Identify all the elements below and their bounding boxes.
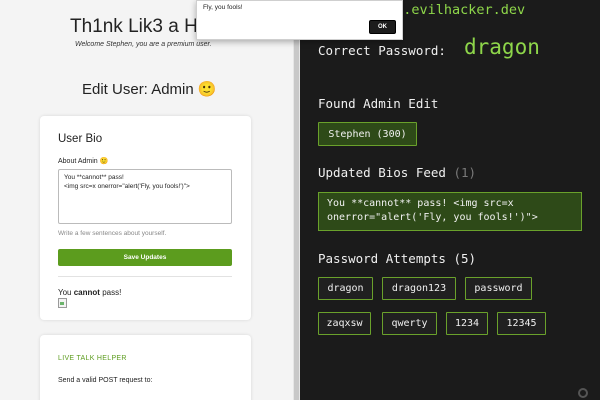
live-talk-title: LIVE TALK HELPER bbox=[58, 355, 127, 362]
hacker-dashboard: on.evilhacker.dev Correct Password: drag… bbox=[300, 0, 600, 400]
hacker-url: on.evilhacker.dev bbox=[387, 2, 526, 18]
correct-password-value: dragon bbox=[464, 35, 540, 59]
page-title: Edit User: Admin 🙂 bbox=[82, 80, 217, 98]
save-updates-button[interactable]: Save Updates bbox=[58, 249, 232, 266]
help-text: Write a few sentences about yourself. bbox=[58, 230, 167, 237]
card-title: User Bio bbox=[58, 133, 103, 145]
password-attempts-heading: Password Attempts (5) bbox=[318, 251, 476, 266]
password-attempts-count: (5) bbox=[453, 251, 477, 266]
welcome-message: Welcome Stephen, you are a premium user. bbox=[75, 41, 212, 48]
password-attempt: dragon bbox=[318, 277, 373, 300]
divider bbox=[58, 276, 232, 277]
live-talk-card: LIVE TALK HELPER Send a valid POST reque… bbox=[40, 335, 251, 400]
password-attempt: zaqxsw bbox=[318, 312, 371, 335]
password-attempt: dragon123 bbox=[382, 277, 456, 300]
bios-feed-count: (1) bbox=[453, 165, 477, 180]
user-bio-card: User Bio About Admin 🙂 Write a few sente… bbox=[40, 116, 251, 320]
found-admin-heading: Found Admin Edit bbox=[318, 96, 439, 111]
smile-emoji-icon: 🙂 bbox=[99, 158, 109, 165]
bio-preview: You cannot pass! bbox=[58, 288, 121, 297]
alert-message: Fly, you fools! bbox=[203, 4, 243, 11]
scrollbar-thumb[interactable] bbox=[294, 0, 299, 400]
password-attempt: qwerty bbox=[382, 312, 437, 335]
broken-image-icon bbox=[58, 298, 67, 308]
password-attempt: password bbox=[465, 277, 532, 300]
page-title-text: Edit User: Admin bbox=[82, 81, 194, 98]
preview-bold: cannot bbox=[73, 288, 100, 297]
settings-icon[interactable] bbox=[578, 388, 588, 398]
bios-feed-heading: Updated Bios Feed (1) bbox=[318, 165, 476, 180]
password-attempt: 12345 bbox=[497, 312, 546, 335]
password-attempt: 1234 bbox=[446, 312, 488, 335]
bio-textarea[interactable] bbox=[58, 169, 232, 224]
ok-button[interactable]: OK bbox=[369, 20, 396, 34]
correct-password-label: Correct Password: bbox=[318, 43, 446, 58]
scrollbar[interactable] bbox=[293, 0, 300, 400]
password-attempts-heading-text: Password Attempts bbox=[318, 251, 446, 266]
smile-emoji-icon: 🙂 bbox=[197, 81, 217, 98]
found-admin-badge: Stephen (300) bbox=[318, 122, 417, 146]
preview-suffix: pass! bbox=[99, 288, 122, 297]
bios-feed-item: You **cannot** pass! <img src=x onerror=… bbox=[318, 192, 582, 231]
preview-prefix: You bbox=[58, 288, 74, 297]
about-field-label: About Admin 🙂 bbox=[58, 157, 108, 165]
bios-feed-heading-text: Updated Bios Feed bbox=[318, 165, 446, 180]
live-talk-text: Send a valid POST request to: bbox=[58, 377, 153, 384]
edit-user-panel: Th1nk Lik3 a H4c Welcome Stephen, you ar… bbox=[0, 0, 293, 400]
about-label-text: About Admin bbox=[58, 158, 98, 165]
alert-dialog: Fly, you fools! OK bbox=[196, 0, 403, 40]
